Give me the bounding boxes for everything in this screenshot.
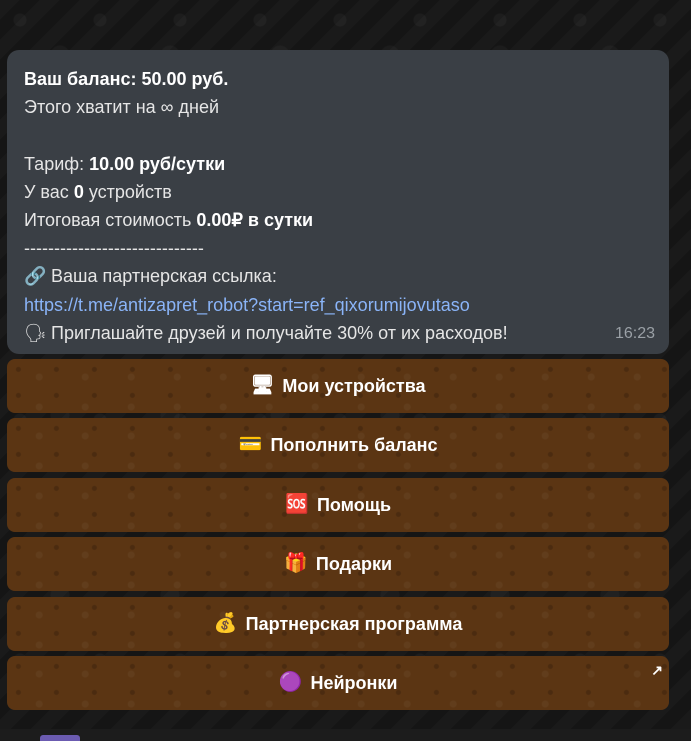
tariff-line: Тариф: 10.00 руб/сутки [24,153,226,174]
total-line: Итоговая стоимость 0.00₽ в сутки [24,209,314,230]
top-up-balance-button[interactable]: 💳 Пополнить баланс [7,418,669,472]
partner-program-button[interactable]: 💰 Партнерская программа [7,597,669,651]
balance-value: 50.00 руб. [141,69,229,89]
purple-circle-icon: 🟣 [278,672,303,693]
money-bag-icon: 💰 [213,613,238,634]
days-line: Этого хватит на ∞ дней [24,97,220,118]
link-icon: 🔗 [24,266,47,287]
partner-link-label-line: 🔗 Ваша партнерская ссылка: [24,262,653,290]
external-link-arrow-icon: ↗ [651,662,663,678]
sos-icon: 🆘 [285,494,309,515]
computer-icon: 🖥 [250,375,275,396]
speech-bubble-icon: 🗣 [24,322,47,343]
neural-networks-button[interactable]: 🟣 Нейронки ↗ [7,656,669,710]
partner-link[interactable]: https://t.me/antizapret_robot?start=ref_… [24,295,470,315]
devices-line: У вас 0 устройств [24,181,172,202]
days-value: ∞ [160,97,174,118]
gifts-button[interactable]: 🎁 Подарки [7,537,669,591]
bottom-bar [0,729,691,741]
message-time: 16:23 [614,324,655,342]
bottom-indicator [40,735,80,741]
my-devices-button[interactable]: 🖥 Мои устройства [7,359,669,413]
total-value: 0.00₽ в сутки [196,209,314,230]
gift-icon: 🎁 [284,553,308,574]
bot-message-bubble: Ваш баланс: 50.00 руб. Этого хватит на ∞… [7,50,669,354]
tariff-value: 10.00 руб/сутки [89,153,226,174]
separator: ------------------------------ [24,238,204,259]
balance-line: Ваш баланс: 50.00 руб. [24,69,229,89]
help-button[interactable]: 🆘 Помощь [7,478,669,532]
card-icon: 💳 [238,434,263,455]
invite-line: 🗣 Приглашайте друзей и получайте 30% от … [24,319,653,347]
devices-count: 0 [73,181,84,202]
